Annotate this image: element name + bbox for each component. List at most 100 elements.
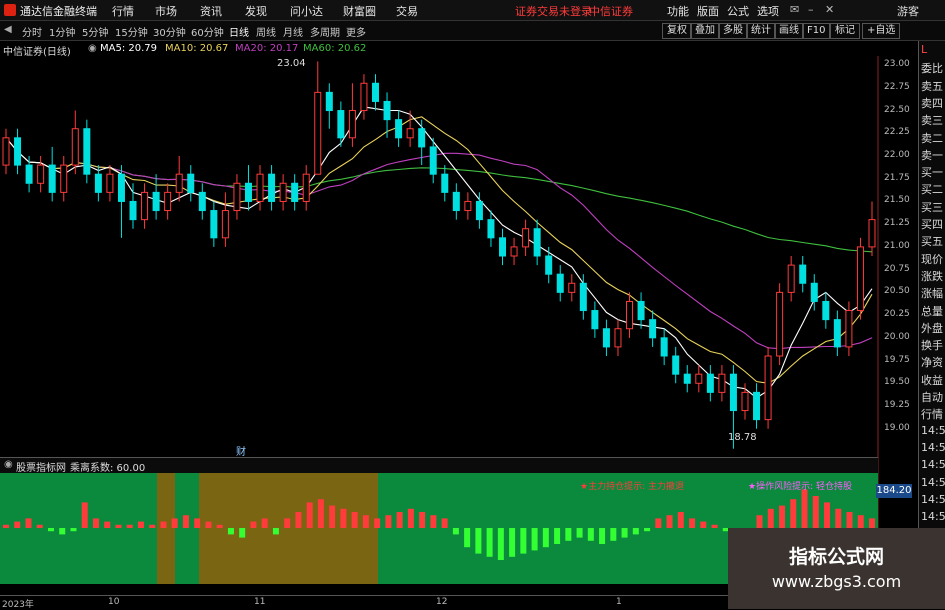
candle[interactable] (291, 174, 299, 211)
candle[interactable] (198, 183, 206, 220)
candle[interactable] (187, 165, 195, 202)
candle[interactable] (244, 165, 252, 211)
candle[interactable] (706, 365, 714, 402)
candle[interactable] (25, 156, 33, 193)
candle[interactable] (637, 292, 645, 329)
candle[interactable] (325, 83, 333, 129)
candle[interactable] (845, 301, 853, 356)
sidebar-item[interactable]: 买五 (921, 233, 945, 249)
sidebar-item[interactable]: 涨幅 (921, 285, 945, 301)
sidebar-item[interactable]: 换手 (921, 337, 945, 353)
sidebar-item[interactable]: 14:5 (921, 441, 945, 454)
candle[interactable] (441, 165, 449, 202)
indicator-settings-icon[interactable]: ◉ (4, 459, 13, 470)
candle[interactable] (487, 210, 495, 247)
candle[interactable] (395, 110, 403, 147)
candle[interactable] (175, 156, 183, 202)
sidebar-item[interactable]: 收益 (921, 372, 945, 388)
candle[interactable] (302, 165, 310, 211)
candle[interactable] (695, 365, 703, 393)
sidebar-item[interactable]: 买一 (921, 164, 945, 180)
sidebar-item[interactable]: 行情 (921, 406, 945, 422)
candle[interactable] (649, 310, 657, 347)
candle[interactable] (94, 165, 102, 202)
candle[interactable] (822, 292, 830, 329)
candle[interactable] (314, 61, 322, 175)
candle[interactable] (256, 165, 264, 211)
candle[interactable] (602, 319, 610, 356)
indicator-bar (846, 512, 853, 528)
candle[interactable] (210, 201, 218, 247)
sidebar-item[interactable]: 买二 (921, 181, 945, 197)
chart-canvas[interactable] (0, 0, 945, 609)
candle[interactable] (268, 165, 276, 211)
candle[interactable] (348, 83, 356, 147)
candle[interactable] (37, 156, 45, 193)
candle[interactable] (626, 292, 634, 338)
candle[interactable] (660, 328, 668, 366)
sidebar-item[interactable]: 卖三 (921, 112, 945, 128)
sidebar-item[interactable]: 现价 (921, 251, 945, 267)
candle[interactable] (152, 174, 160, 220)
sidebar-item[interactable]: 14:5 (921, 493, 945, 506)
candle[interactable] (371, 74, 379, 111)
sidebar-item[interactable]: 买四 (921, 216, 945, 232)
candle[interactable] (164, 183, 172, 220)
candle[interactable] (221, 192, 229, 247)
candle[interactable] (452, 183, 460, 220)
candle[interactable] (2, 128, 10, 175)
sidebar-item[interactable]: L (921, 43, 945, 56)
candle[interactable] (753, 383, 761, 429)
sidebar-item[interactable]: 外盘 (921, 320, 945, 336)
ma20-line (5, 137, 873, 350)
candle[interactable] (533, 219, 541, 266)
candle[interactable] (141, 183, 149, 229)
candle[interactable] (522, 219, 530, 256)
candle[interactable] (614, 319, 622, 356)
sidebar-item[interactable]: 自动 (921, 389, 945, 405)
candle[interactable] (360, 74, 368, 120)
candle[interactable] (510, 237, 518, 266)
candle[interactable] (672, 346, 680, 384)
candle[interactable] (106, 165, 114, 202)
sidebar-item[interactable]: 14:5 (921, 476, 945, 489)
candle[interactable] (83, 119, 91, 184)
candle[interactable] (568, 274, 576, 302)
candle[interactable] (776, 283, 784, 366)
candle[interactable] (799, 256, 807, 293)
sidebar-item[interactable]: 卖五 (921, 78, 945, 94)
candle[interactable] (48, 146, 56, 202)
finance-marker[interactable]: 财 (236, 443, 246, 458)
sidebar-item[interactable]: 14:5 (921, 458, 945, 471)
sidebar-item[interactable]: 涨跌 (921, 268, 945, 284)
candle[interactable] (71, 110, 79, 175)
candle[interactable] (591, 301, 599, 338)
candle[interactable] (233, 174, 241, 220)
indicator-name[interactable]: 股票指标网 (16, 459, 66, 474)
candle[interactable] (464, 192, 472, 220)
indicator-bar (227, 528, 234, 535)
candle[interactable] (833, 310, 841, 356)
candle[interactable] (556, 265, 564, 302)
candle[interactable] (764, 346, 772, 429)
sidebar-item[interactable]: 14:5 (921, 510, 945, 523)
sidebar-item[interactable]: 委比 (921, 60, 945, 76)
candle[interactable] (60, 156, 68, 202)
candle[interactable] (868, 201, 876, 256)
candle[interactable] (787, 256, 795, 302)
candle[interactable] (683, 365, 691, 393)
candle[interactable] (718, 365, 726, 402)
candle[interactable] (14, 128, 22, 175)
sidebar-item[interactable]: 净资 (921, 354, 945, 370)
sidebar-item[interactable]: 卖四 (921, 95, 945, 111)
sidebar-item[interactable]: 总量 (921, 303, 945, 319)
candle[interactable] (279, 174, 287, 211)
sidebar-item[interactable]: 卖一 (921, 147, 945, 163)
sidebar-item[interactable]: 买三 (921, 199, 945, 215)
candle[interactable] (856, 237, 864, 320)
sidebar-item[interactable]: 卖二 (921, 130, 945, 146)
candle[interactable] (545, 246, 553, 284)
candle[interactable] (499, 228, 507, 266)
sidebar-item[interactable]: 14:5 (921, 424, 945, 437)
candle[interactable] (117, 165, 125, 238)
